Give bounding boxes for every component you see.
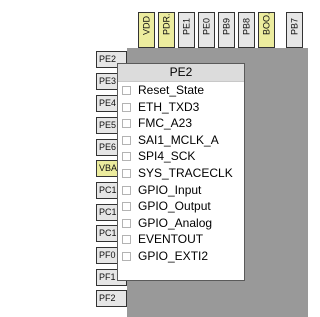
menu-title: PE2 [118,64,244,82]
menu-item-gpio-input[interactable]: GPIO_Input [118,182,244,199]
menu-item-fmc-a23[interactable]: FMC_A23 [118,115,244,132]
menu-item-gpio-analog[interactable]: GPIO_Analog [118,215,244,232]
menu-item-label: GPIO_Input [138,182,202,197]
menu-item-eventout[interactable]: EVENTOUT [118,231,244,248]
pin-function-menu: PE2 Reset_State ETH_TXD3 FMC_A23 SAI1_MC… [117,63,245,281]
menu-item-label: ETH_TXD3 [138,99,200,114]
menu-item-label: EVENTOUT [138,232,204,247]
pin-label: PE0 [201,17,211,35]
checkbox-icon [122,218,131,228]
pin-label: PB8 [241,17,251,35]
checkbox-icon [122,202,131,212]
checkbox-icon [122,185,131,195]
menu-item-gpio-exti2[interactable]: GPIO_EXTI2 [118,248,244,265]
pin-pe0-top[interactable]: PE0 [198,12,215,48]
checkbox-icon [122,86,131,95]
pin-label: BOO... [261,12,271,35]
checkbox-icon [122,119,131,129]
pin-label: PDR... [161,12,171,35]
checkbox-icon [122,102,131,112]
pin-pb7-top[interactable]: PB7 [286,12,303,48]
checkbox-icon [122,251,131,261]
pin-vdd-top[interactable]: VDD [138,12,155,48]
menu-item-label: GPIO_Analog [138,215,213,230]
menu-item-sai1-mclk-a[interactable]: SAI1_MCLK_A [118,132,244,149]
menu-item-label: SAI1_MCLK_A [138,132,219,147]
pin-label: VDD [141,15,151,35]
pin-label: PB9 [221,17,231,35]
menu-item-spi4-sck[interactable]: SPI4_SCK [118,148,244,165]
menu-item-label: SPI4_SCK [138,149,196,164]
menu-item-reset-state[interactable]: Reset_State [118,82,244,99]
pin-pdr-top[interactable]: PDR... [158,12,175,48]
checkbox-icon [122,235,131,245]
pin-label: PB7 [289,17,299,35]
pin-pe1-top[interactable]: PE1 [178,12,195,48]
menu-item-label: SYS_TRACECLK [138,165,233,180]
menu-item-eth-txd3[interactable]: ETH_TXD3 [118,99,244,116]
menu-item-label: Reset_State [138,83,205,97]
checkbox-icon [122,135,131,145]
pin-label: PE1 [181,17,191,35]
pin-pb9-top[interactable]: PB9 [218,12,235,48]
checkbox-icon [122,168,131,178]
checkbox-icon [122,152,131,162]
menu-item-sys-traceclk[interactable]: SYS_TRACECLK [118,165,244,182]
menu-item-label: FMC_A23 [138,116,193,131]
menu-item-label: GPIO_EXTI2 [138,248,209,263]
menu-item-label: GPIO_Output [138,199,211,214]
pin-pb8-top[interactable]: PB8 [238,12,255,48]
pin-pf2-left[interactable]: PF2 [96,290,127,307]
pin-boot-top[interactable]: BOO... [258,12,275,48]
menu-item-gpio-output[interactable]: GPIO_Output [118,198,244,215]
